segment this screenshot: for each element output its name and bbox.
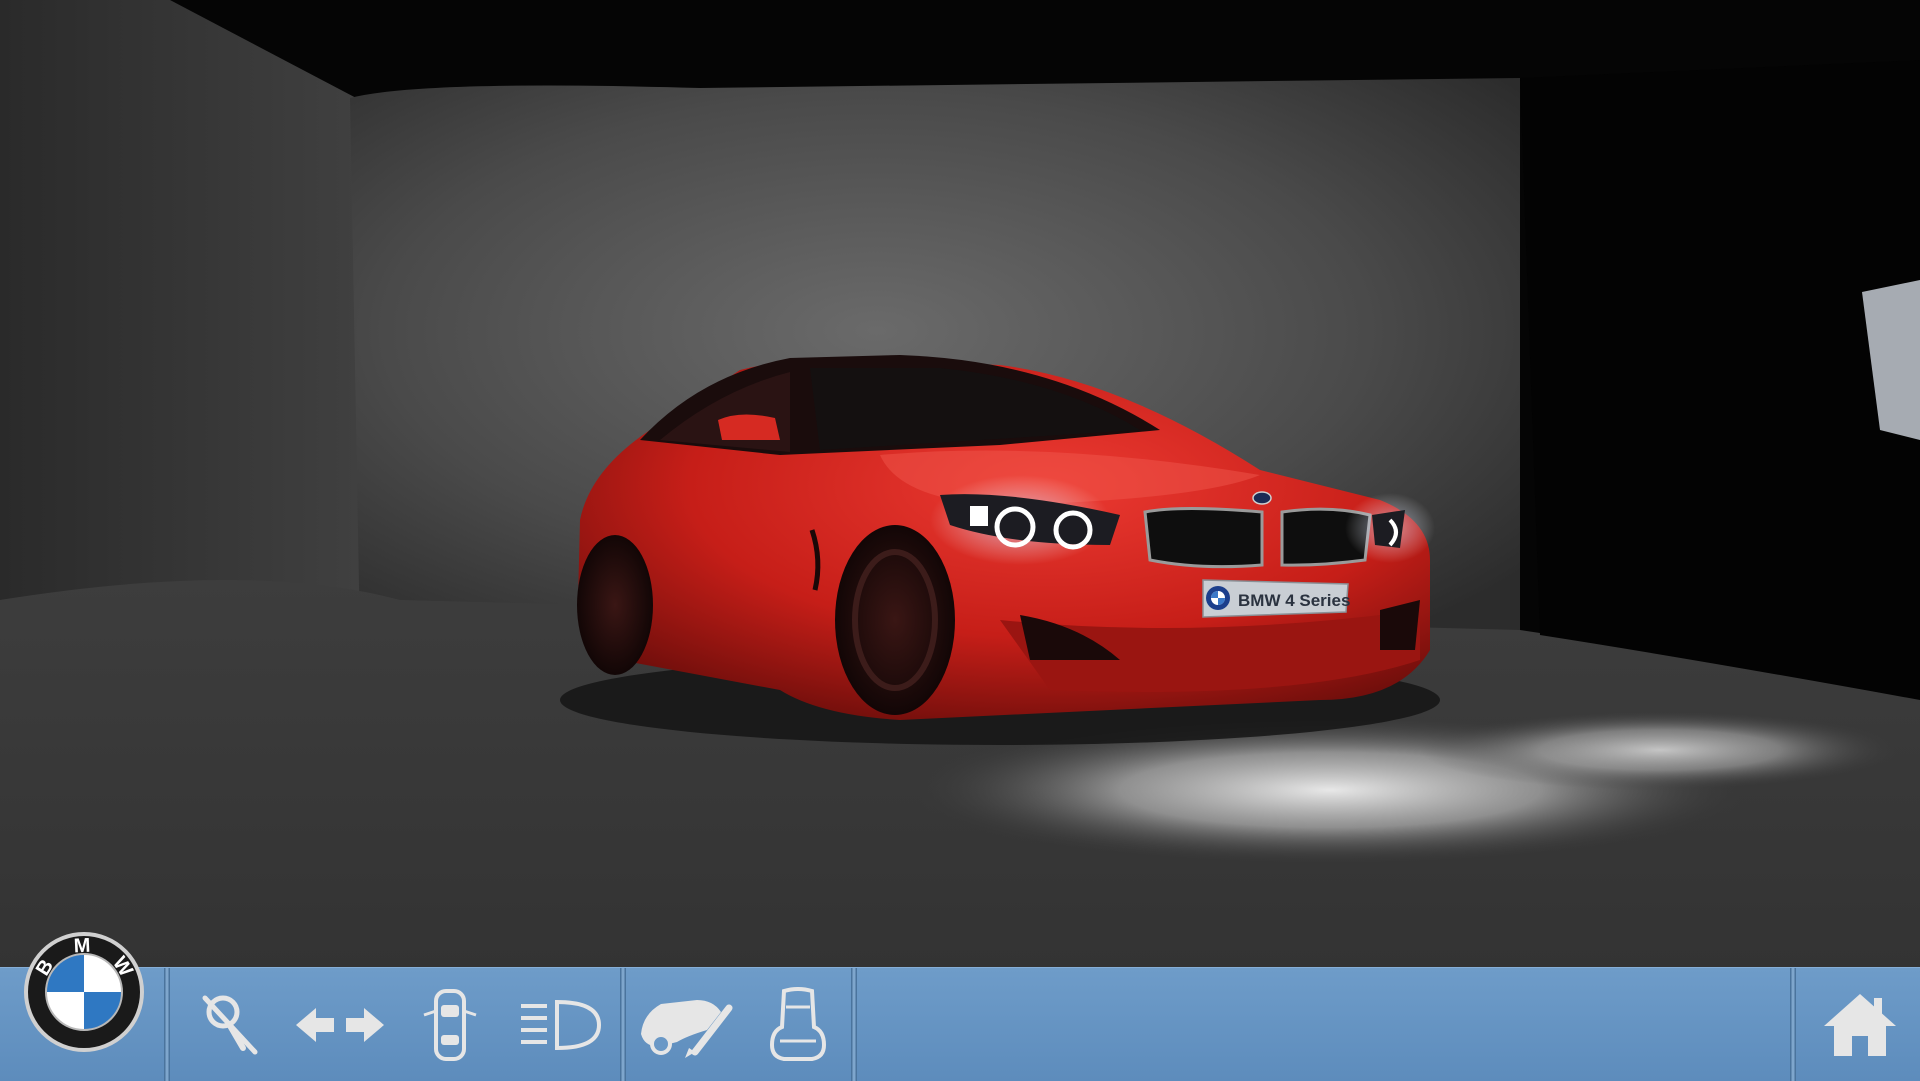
no-key-icon [202, 995, 258, 1054]
home-button[interactable] [1810, 968, 1910, 1081]
bottom-toolbar [0, 967, 1920, 1081]
license-plate: BMW 4 Series [1202, 579, 1350, 618]
toolbar-divider [1790, 968, 1796, 1081]
studio-scene: BMW 4 Series [0, 0, 1920, 1080]
toolbar-divider [851, 968, 857, 1081]
doors-open-icon [296, 1007, 384, 1042]
paint-car-button[interactable] [635, 968, 735, 1081]
toolbar-divider [620, 968, 626, 1081]
toolbar-divider [164, 968, 170, 1081]
bmw-roundel-icon: B M W [24, 932, 144, 1052]
paint-car-icon [641, 999, 733, 1058]
seat-button[interactable] [758, 968, 838, 1081]
car-top-view-button[interactable] [410, 968, 490, 1081]
no-key-button[interactable] [190, 968, 270, 1081]
license-plate-text: BMW 4 Series [1238, 591, 1350, 610]
seat-icon [769, 986, 827, 1061]
doors-open-button[interactable] [290, 968, 390, 1081]
headlight-button[interactable] [515, 968, 605, 1081]
home-icon [1824, 993, 1896, 1056]
3d-viewport[interactable]: BMW 4 Series [0, 0, 1920, 1080]
car-top-view-icon [423, 988, 477, 1061]
bmw-logo-button[interactable]: B M W [22, 930, 146, 1054]
headlight-icon [521, 999, 602, 1050]
bmw-logo-letter-m: M [73, 935, 91, 958]
